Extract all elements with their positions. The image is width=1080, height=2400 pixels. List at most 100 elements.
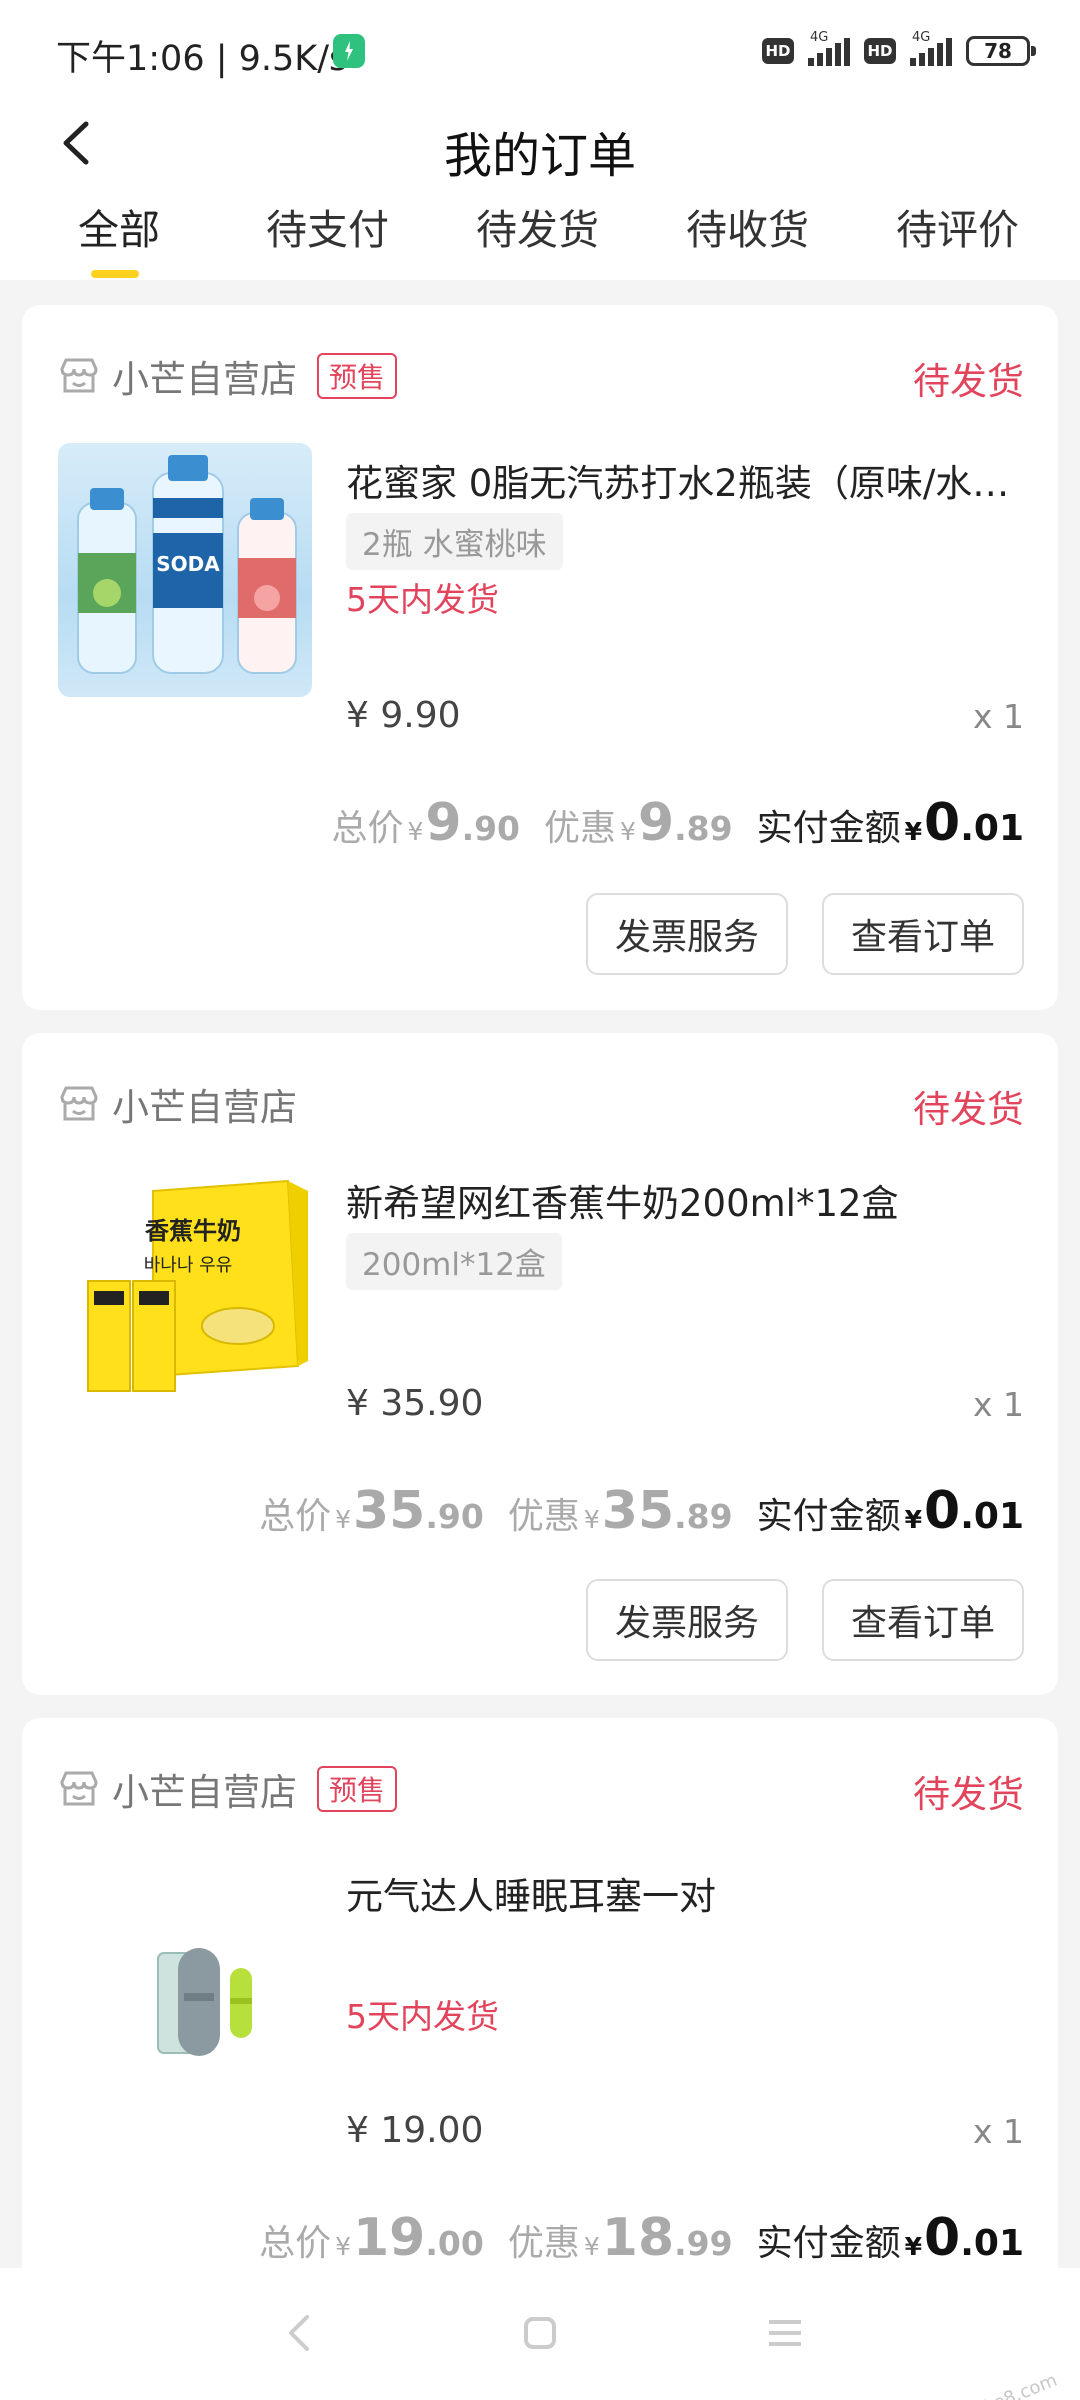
store-icon bbox=[60, 358, 98, 393]
total-decimal: .90 bbox=[425, 1497, 484, 1536]
box-sublabel: 바나나 우유 bbox=[144, 1255, 233, 1276]
discount-decimal: .89 bbox=[674, 809, 733, 848]
paid-currency: ¥ bbox=[904, 817, 923, 846]
product-image[interactable] bbox=[58, 1868, 312, 2122]
store-row: 小芒自营店 bbox=[58, 1077, 297, 1131]
total-integer: 35 bbox=[353, 1481, 426, 1541]
hd-icon: HD bbox=[762, 38, 794, 64]
status-bar: 下午1:06 | 9.5K/s HD 4G HD 4G 78 bbox=[0, 0, 1080, 100]
tab-pending-payment[interactable]: 待支付 bbox=[266, 196, 389, 256]
price-summary: 总价 ¥ 19 .00 优惠 ¥ 18 .99 实付金额 ¥ 0 .01 bbox=[259, 2208, 1024, 2268]
order-card[interactable]: 小芒自营店 预售 待发货 SODA 花蜜家 0脂无汽苏打水2瓶装（原味/水… 2… bbox=[22, 305, 1058, 1010]
total-integer: 19 bbox=[353, 2208, 426, 2268]
discount-label: 优惠 bbox=[544, 808, 617, 849]
order-status: 待发货 bbox=[913, 1773, 1024, 1816]
discount-decimal: .99 bbox=[674, 2224, 733, 2263]
product-name[interactable]: 花蜜家 0脂无汽苏打水2瓶装（原味/水… bbox=[346, 453, 1036, 507]
presale-badge: 预售 bbox=[317, 353, 398, 399]
discount-decimal: .89 bbox=[674, 1497, 733, 1536]
paid-decimal: .01 bbox=[960, 1496, 1024, 1537]
unit-price: ¥ 19.00 bbox=[346, 2110, 484, 2151]
total-currency: ¥ bbox=[335, 2232, 351, 2261]
total-label: 总价 bbox=[331, 808, 404, 849]
product-name[interactable]: 元气达人睡眠耳塞一对 bbox=[346, 1866, 1036, 1920]
unit-price: ¥ 35.90 bbox=[346, 1383, 484, 1424]
total-decimal: .90 bbox=[461, 809, 521, 848]
paid-decimal: .01 bbox=[960, 2223, 1024, 2264]
product-image[interactable]: 香蕉牛奶 바나나 우유 bbox=[58, 1161, 312, 1415]
order-status: 待发货 bbox=[913, 1088, 1024, 1131]
shipping-note: 5天内发货 bbox=[346, 1997, 499, 2036]
order-card[interactable]: 小芒自营店 待发货 香蕉牛奶 바나나 우유 新希望网红香蕉牛奶200ml*12盒… bbox=[22, 1033, 1058, 1695]
paid-decimal: .01 bbox=[960, 808, 1024, 849]
quantity: x 1 bbox=[972, 697, 1024, 736]
unit-price: ¥ 9.90 bbox=[346, 695, 461, 736]
store-icon bbox=[60, 1086, 98, 1121]
order-status: 待发货 bbox=[913, 360, 1024, 403]
total-integer: 9 bbox=[425, 793, 462, 853]
presale-badge: 预售 bbox=[317, 1766, 398, 1812]
store-row: 小芒自营店 预售 bbox=[58, 1762, 398, 1816]
store-icon bbox=[60, 1771, 98, 1806]
tab-pending-receipt[interactable]: 待收货 bbox=[686, 196, 809, 256]
discount-integer: 18 bbox=[601, 2208, 675, 2268]
nav-bar: 我的订单 bbox=[0, 100, 1080, 190]
product-spec: 200ml*12盒 bbox=[346, 1233, 562, 1290]
system-nav-bar: 赚客吧，有我一起赚 zuanke8.com bbox=[0, 2268, 1080, 2400]
status-time: 下午1:06 | 9.5K/s bbox=[56, 39, 348, 79]
store-row: 小芒自营店 预售 bbox=[58, 349, 398, 403]
discount-currency: ¥ bbox=[583, 2232, 600, 2261]
product-spec: 2瓶 水蜜桃味 bbox=[346, 513, 563, 570]
app-notification-icon bbox=[333, 34, 365, 68]
box-label: 香蕉牛奶 bbox=[145, 1217, 241, 1245]
nav-back-icon[interactable] bbox=[274, 2308, 324, 2358]
paid-label: 实付金额 bbox=[756, 2223, 901, 2264]
active-tab-indicator bbox=[91, 270, 139, 278]
store-name[interactable]: 小芒自营店 bbox=[112, 1762, 297, 1816]
order-tabs: 全部 待支付 待发货 待收货 待评价 bbox=[0, 190, 1080, 280]
store-name[interactable]: 小芒自营店 bbox=[112, 349, 297, 403]
product-name[interactable]: 新希望网红香蕉牛奶200ml*12盒 bbox=[346, 1173, 1036, 1227]
nav-menu-icon[interactable] bbox=[760, 2308, 810, 2358]
svg-text:SODA: SODA bbox=[156, 552, 220, 576]
view-order-button[interactable]: 查看订单 bbox=[822, 893, 1024, 975]
total-label: 总价 bbox=[259, 2223, 332, 2264]
paid-label: 实付金额 bbox=[756, 1496, 901, 1537]
signal-icon-2: 4G bbox=[906, 30, 956, 68]
status-icons: HD 4G HD 4G 78 bbox=[762, 30, 1036, 68]
signal-icon: 4G bbox=[804, 30, 854, 68]
discount-integer: 35 bbox=[601, 1481, 675, 1541]
price-summary: 总价 ¥ 35 .90 优惠 ¥ 35 .89 实付金额 ¥ 0 .01 bbox=[259, 1481, 1024, 1541]
view-order-button[interactable]: 查看订单 bbox=[822, 1579, 1024, 1661]
quantity: x 1 bbox=[972, 1385, 1024, 1424]
tab-pending-shipment[interactable]: 待发货 bbox=[476, 196, 599, 256]
quantity: x 1 bbox=[972, 2112, 1024, 2151]
battery-icon: 78 bbox=[966, 36, 1036, 66]
invoice-service-button[interactable]: 发票服务 bbox=[586, 893, 788, 975]
paid-integer: 0 bbox=[924, 1481, 961, 1541]
order-card[interactable]: 小芒自营店 预售 待发货 元气达人睡眠耳塞一对 5天内发货 ¥ 19.00 x … bbox=[22, 1718, 1058, 2318]
hd-icon-2: HD bbox=[864, 38, 896, 64]
price-summary: 总价 ¥ 9 .90 优惠 ¥ 9 .89 实付金额 ¥ 0 .01 bbox=[331, 793, 1024, 853]
discount-label: 优惠 bbox=[507, 2223, 580, 2264]
shipping-note: 5天内发货 bbox=[346, 580, 499, 619]
total-currency: ¥ bbox=[407, 817, 424, 846]
product-image[interactable]: SODA bbox=[58, 443, 312, 697]
paid-currency: ¥ bbox=[904, 1505, 923, 1534]
total-currency: ¥ bbox=[335, 1505, 351, 1534]
nav-home-icon[interactable] bbox=[515, 2308, 565, 2358]
paid-currency: ¥ bbox=[904, 2232, 923, 2261]
top-header-area: 下午1:06 | 9.5K/s HD 4G HD 4G 78 我的订单 全部 待… bbox=[0, 0, 1080, 280]
discount-currency: ¥ bbox=[620, 817, 636, 846]
store-name[interactable]: 小芒自营店 bbox=[112, 1077, 297, 1131]
paid-integer: 0 bbox=[924, 2208, 961, 2268]
discount-currency: ¥ bbox=[583, 1505, 600, 1534]
tab-all[interactable]: 全部 bbox=[78, 196, 160, 256]
paid-label: 实付金额 bbox=[756, 808, 901, 849]
watermark: 赚客吧，有我一起赚 zuanke8.com bbox=[784, 2366, 1060, 2400]
invoice-service-button[interactable]: 发票服务 bbox=[586, 1579, 788, 1661]
paid-integer: 0 bbox=[924, 793, 961, 853]
tab-pending-review[interactable]: 待评价 bbox=[896, 196, 1019, 256]
total-decimal: .00 bbox=[425, 2224, 484, 2263]
page-title: 我的订单 bbox=[443, 128, 636, 184]
